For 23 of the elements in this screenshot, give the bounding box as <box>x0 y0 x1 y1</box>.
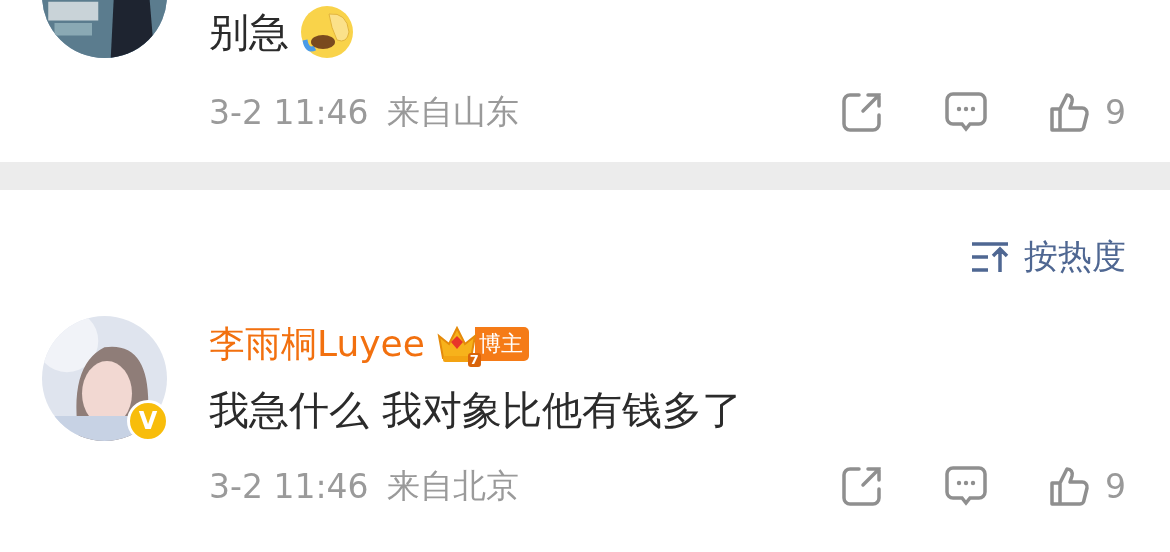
comment-button[interactable] <box>945 92 987 132</box>
comment-icon <box>945 92 987 132</box>
comment-location: 来自山东 <box>386 90 519 133</box>
like-button[interactable]: 9 <box>1049 465 1126 507</box>
share-icon <box>841 91 883 133</box>
sort-button[interactable]: 按热度 <box>972 234 1126 280</box>
comment-text: 我急什么 我对象比他有钱多了 <box>209 385 742 435</box>
thumbs-up-icon <box>1049 465 1091 507</box>
share-button[interactable] <box>841 465 883 507</box>
verified-badge: V <box>127 400 169 442</box>
comment-icon <box>945 466 987 506</box>
author-name[interactable]: 李雨桐Luyee <box>209 319 425 369</box>
comment-text: 别急 <box>209 7 289 57</box>
comment-time: 3-2 11:46 <box>209 92 369 132</box>
comment-location: 来自北京 <box>386 464 519 507</box>
laughing-crying-face-icon <box>299 4 355 60</box>
comment-button[interactable] <box>945 466 987 506</box>
share-icon <box>841 465 883 507</box>
share-button[interactable] <box>841 91 883 133</box>
like-button[interactable]: 9 <box>1049 91 1126 133</box>
sort-icon <box>972 241 1010 273</box>
comment-time: 3-2 11:46 <box>209 466 369 506</box>
thumbs-up-icon <box>1049 91 1091 133</box>
